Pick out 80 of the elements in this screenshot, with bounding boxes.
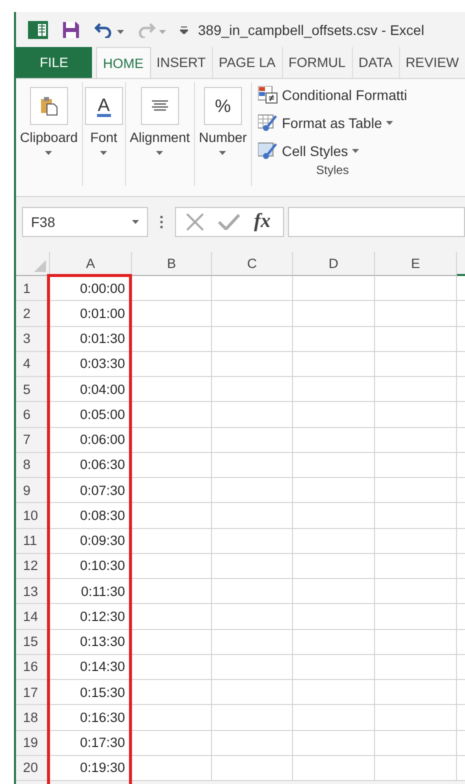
row-header[interactable]: 5	[16, 377, 50, 402]
table-cell: 0:06:30	[50, 452, 132, 478]
ribbon-tab[interactable]: FORMUL	[282, 47, 353, 78]
table-cell: 0:14:30	[50, 654, 132, 680]
row-header[interactable]: 17	[16, 680, 50, 706]
table-cell: 0:17:30	[50, 730, 132, 756]
ribbon-tab[interactable]: INSERT	[150, 47, 213, 78]
save-icon[interactable]	[62, 20, 80, 38]
table-cell: 0:06:00	[50, 428, 132, 453]
row-header[interactable]: 1	[16, 276, 50, 302]
table-cell: 0:09:30	[50, 528, 132, 554]
name-box[interactable]: F38	[22, 206, 148, 236]
file-tab[interactable]: FILE	[16, 47, 92, 78]
caret-icon	[159, 30, 166, 34]
column-header[interactable]: A	[50, 252, 132, 276]
row-header[interactable]: 6	[16, 402, 50, 428]
row-header[interactable]: 10	[16, 503, 50, 528]
table-cell: 0:16:30	[50, 705, 132, 730]
table-cell: 0:11:30	[50, 579, 132, 604]
conditional-format-icon	[258, 86, 278, 104]
ribbon-group-button[interactable]: Alignment	[128, 130, 192, 155]
spreadsheet-logo-icon[interactable]	[28, 20, 48, 38]
group-label: Styles	[316, 163, 349, 177]
more-options-icon[interactable]	[160, 214, 163, 228]
caret-icon	[219, 151, 226, 155]
ribbon-tab[interactable]: DATA	[352, 47, 400, 78]
row-header[interactable]: 9	[16, 478, 50, 504]
ribbon-tab[interactable]: HOME	[96, 47, 150, 78]
percent-glyph: %	[214, 96, 231, 116]
group-preview-box[interactable]	[30, 87, 68, 125]
ribbon-group-button[interactable]: Font	[88, 130, 120, 155]
checkmark-icon[interactable]	[218, 214, 240, 230]
column-header[interactable]: D	[293, 252, 375, 276]
caret-icon	[156, 151, 164, 155]
column-header[interactable]: C	[212, 252, 293, 276]
ribbon-command-button[interactable]: Format as Table	[258, 111, 408, 135]
column-header[interactable]: B	[132, 252, 212, 276]
formula-input[interactable]	[288, 206, 465, 236]
insert-function-button[interactable]: fx	[254, 210, 271, 233]
ribbon-group-button[interactable]: Number	[196, 130, 249, 155]
table-cell: 0:01:00	[50, 301, 132, 326]
caret-icon	[386, 121, 393, 125]
window-title: 389_in_campbell_offsets.csv - Excel	[198, 22, 424, 38]
table-cell: 0:12:30	[50, 604, 132, 630]
row-header[interactable]: 2	[16, 301, 50, 326]
table-cell: 0:00:00	[50, 276, 132, 302]
caret-icon	[352, 149, 359, 153]
caret-icon	[132, 220, 139, 224]
row-header[interactable]: 13	[16, 579, 50, 604]
table-brush-icon	[258, 114, 278, 132]
font-color-glyph: A	[96, 96, 111, 116]
table-cell: 0:10:30	[50, 554, 132, 579]
row-header[interactable]: 18	[16, 705, 50, 730]
table-cell: 0:05:00	[50, 402, 132, 428]
ribbon-command-button[interactable]: Cell Styles	[258, 139, 408, 163]
undo-icon[interactable]	[94, 22, 114, 38]
cell-style-brush-icon	[258, 142, 278, 160]
table-cell: 0:19:30	[50, 756, 132, 781]
group-preview-box[interactable]	[140, 87, 179, 125]
table-cell: 0:03:30	[50, 352, 132, 377]
row-header[interactable]: 14	[16, 604, 50, 630]
ribbon-command-button[interactable]: Conditional Formatti	[258, 83, 408, 107]
table-cell: 0:07:30	[50, 478, 132, 504]
ribbon-group-button[interactable]: Clipboard	[18, 130, 80, 155]
ribbon-tab[interactable]: PAGE LA	[212, 47, 283, 78]
table-cell: 0:08:30	[50, 503, 132, 528]
caret-icon	[117, 30, 124, 34]
table-cell: 0:01:30	[50, 326, 132, 352]
group-preview-box[interactable]: %	[204, 87, 242, 125]
align-icon	[150, 100, 169, 112]
ribbon-tab[interactable]: REVIEW	[400, 47, 465, 78]
caret-icon	[45, 151, 52, 155]
clipboard-icon	[40, 96, 58, 116]
group-preview-box[interactable]: A	[84, 87, 123, 125]
caret-icon	[100, 151, 108, 155]
customize-toolbar-icon[interactable]	[180, 26, 188, 34]
table-cell: 0:15:30	[50, 680, 132, 706]
column-header[interactable]: E	[375, 252, 457, 276]
table-cell: 0:13:30	[50, 630, 132, 655]
table-cell: 0:04:00	[50, 377, 132, 402]
